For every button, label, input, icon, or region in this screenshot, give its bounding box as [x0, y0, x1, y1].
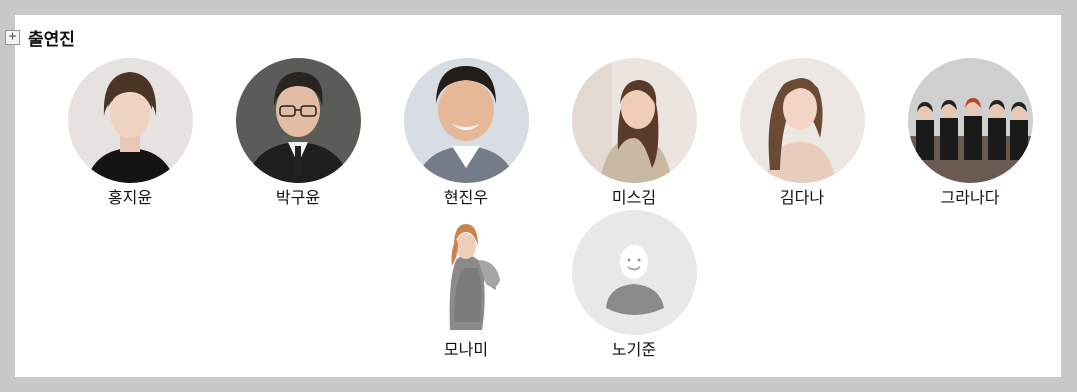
cast-photo-7[interactable] — [403, 210, 529, 335]
cast-card-5[interactable]: 김다나 — [718, 58, 886, 210]
cast-name: 모나미 — [443, 340, 489, 359]
cast-card-4[interactable]: 미스김 — [550, 58, 718, 210]
expand-toggle-icon[interactable]: + — [5, 30, 20, 45]
cast-name: 그라나다 — [940, 188, 1000, 207]
cast-name: 홍지윤 — [107, 188, 153, 207]
cast-photo-1[interactable] — [67, 58, 193, 183]
cast-photo-4[interactable] — [571, 58, 697, 183]
cast-section-header: + 출연진 — [5, 25, 75, 50]
cast-name: 김다나 — [779, 188, 825, 207]
cast-card-1[interactable]: 홍지윤 — [46, 58, 214, 210]
cast-name: 현진우 — [443, 188, 489, 207]
cast-photo-3[interactable] — [403, 58, 529, 183]
cast-name: 미스김 — [611, 188, 657, 207]
cast-card-7[interactable]: 모나미 — [382, 210, 550, 362]
cast-card-6[interactable]: 그라나다 — [886, 58, 1054, 210]
cast-photo-8[interactable] — [571, 210, 697, 335]
cast-card-3[interactable]: 현진우 — [382, 58, 550, 210]
cast-photo-2[interactable] — [235, 58, 361, 183]
cast-card-2[interactable]: 박구윤 — [214, 58, 382, 210]
cast-photo-5[interactable] — [739, 58, 865, 183]
section-title: 출연진 — [28, 30, 75, 50]
cast-name: 박구윤 — [275, 188, 321, 207]
cast-card-8[interactable]: 노기준 — [550, 210, 718, 362]
cast-panel: + 출연진 홍지윤 박구윤 현진우 미스김 김다나 그라나다 모나미 노기준 — [5, 15, 1061, 377]
cast-photo-6[interactable] — [907, 58, 1033, 183]
cast-name: 노기준 — [611, 340, 657, 359]
